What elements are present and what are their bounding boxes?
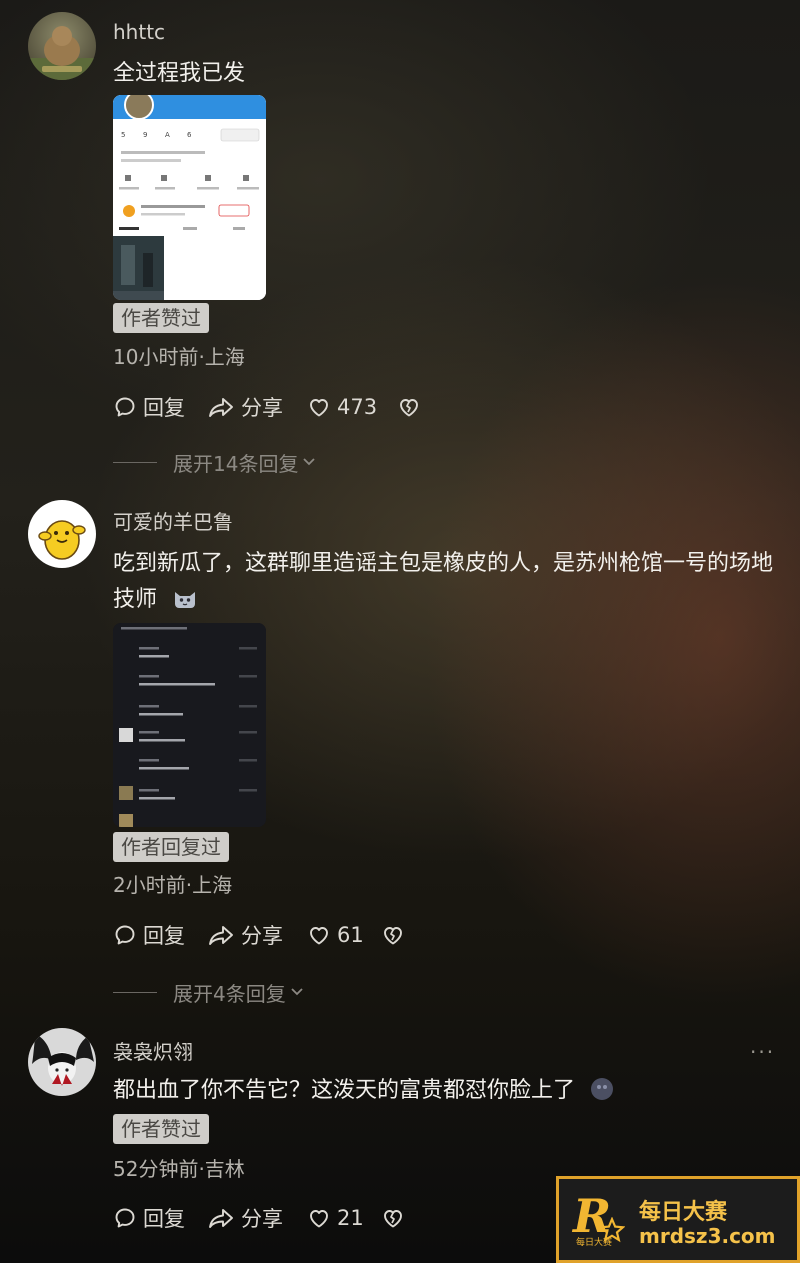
svg-text:6: 6 <box>187 131 192 139</box>
watermark-sub: 每日大赛 <box>576 1238 613 1248</box>
reply-icon <box>113 923 137 947</box>
share-button[interactable]: 分享 <box>207 1203 283 1233</box>
like-count: 473 <box>337 395 378 419</box>
comment-meta: 2小时前·上海 <box>113 873 233 897</box>
heart-icon <box>307 923 331 947</box>
reply-label: 回复 <box>143 1207 185 1231</box>
comment-text-content: 吃到新瓜了，这群聊里造谣主包是橡皮的人，是苏州枪馆一号的场地技师 <box>113 551 774 612</box>
reply-label: 回复 <box>143 396 185 420</box>
comments-page: hhttc 全过程我已发 5 9 A 6 作者赞过 10小时前·上海 回复 分享 47… <box>0 0 800 1263</box>
reply-label: 回复 <box>143 924 185 948</box>
comment-actions: 回复 分享 21 <box>113 1203 513 1233</box>
comment-image[interactable] <box>113 623 266 827</box>
comment-meta: 52分钟前·吉林 <box>113 1157 245 1181</box>
like-count: 21 <box>337 1206 364 1230</box>
reply-button[interactable]: 回复 <box>113 920 185 950</box>
expand-replies-label: 展开4条回复 <box>173 981 286 1006</box>
site-watermark: R 每日大赛 每日大赛 mrdsz3.com <box>556 1176 800 1263</box>
avatar[interactable] <box>28 500 96 568</box>
author-liked-badge: 作者赞过 <box>113 303 209 333</box>
broken-heart-icon <box>381 923 405 947</box>
comment-text: 吃到新瓜了，这群聊里造谣主包是橡皮的人，是苏州枪馆一号的场地技师 <box>113 546 773 622</box>
svg-text:9: 9 <box>143 131 147 139</box>
expand-replies[interactable]: 展开4条回复 <box>113 977 305 1007</box>
broken-heart-icon <box>381 1206 405 1230</box>
heart-icon <box>307 1206 331 1230</box>
like-button[interactable]: 21 <box>307 1203 364 1233</box>
dislike-button[interactable] <box>381 1203 405 1233</box>
avatar[interactable] <box>28 12 96 80</box>
broken-heart-icon <box>397 395 421 419</box>
username[interactable]: 可爱的羊巴鲁 <box>113 506 233 535</box>
like-button[interactable]: 61 <box>307 920 364 950</box>
more-options-button[interactable]: ··· <box>750 1040 775 1064</box>
cat-emoji-icon <box>172 586 198 622</box>
chevron-down-icon <box>301 450 317 474</box>
author-liked-badge: 作者赞过 <box>113 1114 209 1144</box>
expand-replies-label: 展开14条回复 <box>173 451 299 476</box>
comment-text: 都出血了你不告它？这泼天的富贵都怼你脸上了 <box>113 1073 773 1113</box>
expand-replies[interactable]: 展开14条回复 <box>113 447 317 477</box>
dislike-button[interactable] <box>381 920 405 950</box>
username[interactable]: 袅袅炽翎 <box>113 1036 193 1065</box>
svg-text:A: A <box>165 131 170 139</box>
watermark-title: 每日大赛 <box>639 1200 728 1225</box>
share-label: 分享 <box>241 396 283 420</box>
emoji-icon <box>590 1077 614 1113</box>
share-label: 分享 <box>241 924 283 948</box>
like-button[interactable]: 473 <box>307 392 377 422</box>
author-replied-badge: 作者回复过 <box>113 832 229 862</box>
comment-actions: 回复 分享 61 <box>113 920 513 950</box>
dislike-button[interactable] <box>397 392 421 422</box>
comment-text: 全过程我已发 <box>113 61 246 86</box>
avatar[interactable] <box>28 1028 96 1096</box>
share-icon <box>207 1206 235 1230</box>
chevron-down-icon <box>289 980 305 1004</box>
reply-icon <box>113 1206 137 1230</box>
watermark-site: mrdsz3.com <box>639 1224 776 1248</box>
like-count: 61 <box>337 923 364 947</box>
comment-text-content: 都出血了你不告它？这泼天的富贵都怼你脸上了 <box>113 1078 576 1103</box>
share-icon <box>207 395 235 419</box>
reply-button[interactable]: 回复 <box>113 1203 185 1233</box>
reply-button[interactable]: 回复 <box>113 392 185 422</box>
share-icon <box>207 923 235 947</box>
share-button[interactable]: 分享 <box>207 392 283 422</box>
comment-image[interactable]: 5 9 A 6 <box>113 95 266 300</box>
heart-icon <box>307 395 331 419</box>
share-label: 分享 <box>241 1207 283 1231</box>
comment-meta: 10小时前·上海 <box>113 345 245 369</box>
divider <box>113 991 157 993</box>
svg-text:5: 5 <box>121 131 125 139</box>
username[interactable]: hhttc <box>113 20 165 44</box>
share-button[interactable]: 分享 <box>207 920 283 950</box>
reply-icon <box>113 395 137 419</box>
divider <box>113 461 157 463</box>
comment-actions: 回复 分享 473 <box>113 392 513 422</box>
